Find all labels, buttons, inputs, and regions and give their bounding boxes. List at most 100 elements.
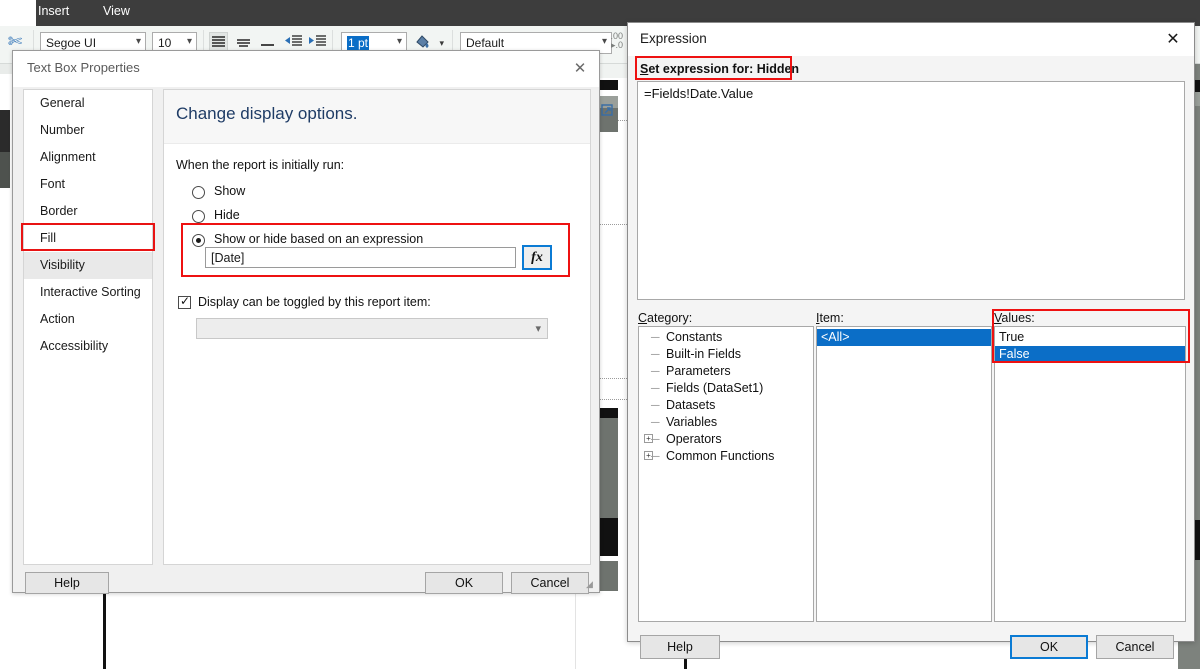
category-item-common-functions[interactable]: + ─ Common Functions [639,448,813,465]
tree-dash-icon: ─ [651,415,660,429]
category-item-label: Operators [666,432,722,446]
toggle-display-label: Display can be toggled by this report it… [198,295,431,309]
left-panel-gray-sliver [0,152,10,188]
tree-dash-icon: ─ [651,449,660,463]
checkbox-toggle-display-icon [178,294,191,309]
tree-dash-icon: ─ [651,347,660,361]
radio-hide-label: Hide [214,208,240,222]
category-item-fields-dataset1[interactable]: ─ Fields (DataSet1) [639,380,813,397]
dialog-launcher-icon[interactable] [601,104,615,118]
values-list-row-true[interactable]: True [995,329,1185,346]
tree-dash-icon: ─ [651,398,660,412]
text-box-properties-title: Text Box Properties [27,60,140,75]
pane-header: Change display options. [164,90,590,144]
fx-expression-button[interactable]: fx [522,245,552,270]
category-item-constants[interactable]: ─ Constants [639,329,813,346]
category-listbox[interactable]: ─ Constants ─ Built-in Fields ─ Paramete… [638,326,814,622]
help-button-label: Help [54,576,80,590]
radio-button-expression-icon [192,234,205,247]
nav-item-visibility[interactable]: Visibility [24,252,152,279]
align-bottom-icon[interactable] [258,32,277,52]
category-item-operators[interactable]: + ─ Operators [639,431,813,448]
visibility-expression-input[interactable]: [Date] [205,247,516,268]
tree-dash-icon: ─ [651,364,660,378]
nav-item-accessibility[interactable]: Accessibility [24,333,152,360]
expression-textarea[interactable]: =Fields!Date.Value [637,81,1185,300]
menu-bar-left-gap [0,0,36,26]
tree-dash-icon: ─ [651,432,660,446]
radio-button-hide-icon [192,210,205,223]
values-list-row-false[interactable]: False [995,346,1185,363]
category-item-label: Fields (DataSet1) [666,381,764,395]
nav-item-number[interactable]: Number [24,117,152,144]
nav-item-interactive-sorting[interactable]: Interactive Sorting [24,279,152,306]
expression-ok-button[interactable]: OK [1010,635,1088,659]
nav-item-fill[interactable]: Fill [24,225,152,252]
increase-indent-icon[interactable] [307,32,326,52]
expression-dialog: Expression ✕ Set expression for: Hidden … [627,22,1195,659]
category-item-label: Constants [666,330,723,344]
text-box-properties-dialog: Text Box Properties ✕ General Number Ali… [12,50,600,594]
chevron-down-icon: ▾ [396,36,402,47]
close-icon[interactable]: ✕ [1160,27,1186,53]
expression-cancel-button[interactable]: Cancel [1096,635,1174,659]
category-item-built-in-fields[interactable]: ─ Built-in Fields [639,346,813,363]
set-expression-text: et expression for: Hidden [648,62,800,76]
font-size-value: 10 [158,36,172,50]
close-icon[interactable]: ✕ [567,56,593,82]
category-item-label: Built-in Fields [666,347,742,361]
radio-button-show-icon [192,186,205,199]
report-vertical-line-left [103,592,106,669]
align-justify-icon[interactable] [209,32,228,52]
radio-show-label: Show [214,184,246,198]
expression-titlebar: Expression ✕ [628,23,1194,56]
ok-button-label: OK [454,576,474,590]
category-accesskey: C [638,311,648,325]
category-item-label: Common Functions [666,449,775,463]
expression-ok-button-label: OK [1039,640,1059,654]
expression-dialog-title: Expression [640,31,707,46]
set-expression-bar: Set expression for: Hidden [628,56,1194,82]
properties-category-nav[interactable]: General Number Alignment Font Border Fil… [23,89,153,565]
category-item-parameters[interactable]: ─ Parameters [639,363,813,380]
item-listbox[interactable]: <All> [816,326,992,622]
expression-help-button[interactable]: Help [640,635,720,659]
values-label: Values: [994,311,1035,325]
category-label: Category: [638,311,692,325]
category-item-variables[interactable]: ─ Variables [639,414,813,431]
cancel-button[interactable]: Cancel [511,572,589,594]
menu-item-insert[interactable]: Insert [38,4,69,18]
border-width-value: 1 pt [347,36,370,50]
border-style-value: Default [466,36,505,50]
nav-item-general[interactable]: General [24,90,152,117]
nav-item-action[interactable]: Action [24,306,152,333]
nav-item-font[interactable]: Font [24,171,152,198]
category-item-label: Parameters [666,364,731,378]
cancel-button-label: Cancel [530,576,570,590]
values-listbox[interactable]: True False [994,326,1186,622]
chevron-down-icon: ▾ [186,36,192,47]
ok-button[interactable]: OK [425,572,503,594]
nav-item-border[interactable]: Border [24,198,152,225]
toggle-report-item-select[interactable]: ▾ [196,318,548,339]
category-item-label: Variables [666,415,718,429]
chevron-down-icon: ▾ [439,38,444,48]
align-center-icon[interactable] [234,32,253,52]
resize-grip-icon[interactable]: ◢ [586,579,596,589]
item-list-row[interactable]: <All> [817,329,991,346]
chevron-down-icon: ▾ [535,323,541,335]
fx-button-label: fx [531,250,543,265]
tree-dash-icon: ─ [651,330,660,344]
decrease-indent-icon[interactable] [283,32,302,52]
nav-item-alignment[interactable]: Alignment [24,144,152,171]
category-item-datasets[interactable]: ─ Datasets [639,397,813,414]
expression-cancel-button-label: Cancel [1115,640,1155,654]
left-panel-dark-sliver [0,110,10,152]
expression-code-text: =Fields!Date.Value [644,86,754,101]
tree-dash-icon: ─ [651,381,660,395]
values-label-text: alues: [1001,311,1035,325]
set-expression-label: Set expression for: Hidden [640,62,799,76]
help-button[interactable]: Help [25,572,109,594]
initial-run-group-label: When the report is initially run: [176,158,345,172]
menu-item-view[interactable]: View [103,4,130,18]
